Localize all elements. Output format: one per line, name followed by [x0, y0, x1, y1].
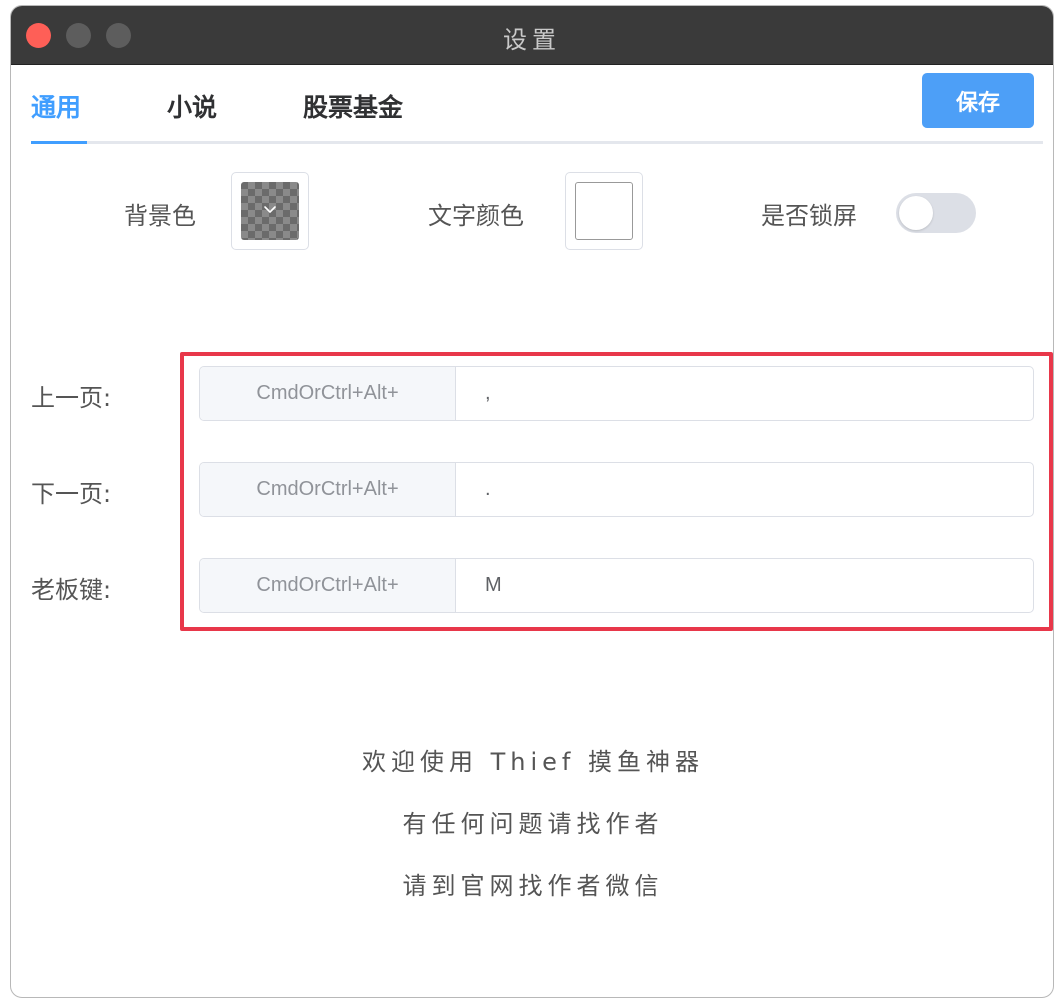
shortcut-modifier-prefix: CmdOrCtrl+Alt+ — [200, 367, 456, 420]
text-color-label: 文字颜色 — [428, 202, 524, 230]
shortcut-next-page-input[interactable] — [457, 463, 1033, 516]
tab-divider — [31, 141, 1043, 144]
toggle-knob — [899, 196, 933, 230]
title-bar: 设置 — [11, 6, 1053, 65]
shortcut-prev-page-input[interactable] — [457, 367, 1033, 420]
shortcut-modifier-prefix: CmdOrCtrl+Alt+ — [200, 559, 456, 612]
shortcut-prev-page: CmdOrCtrl+Alt+ — [199, 366, 1034, 421]
shortcut-next-page: CmdOrCtrl+Alt+ — [199, 462, 1034, 517]
tab-bar: 通用 小说 股票基金 — [31, 64, 1043, 144]
background-color-picker[interactable] — [231, 172, 309, 250]
settings-window: 设置 通用 小说 股票基金 保存 背景色 文字颜色 是否锁屏 上一页: CmdO… — [10, 5, 1054, 998]
window-title: 设置 — [503, 26, 561, 54]
text-color-swatch — [575, 182, 633, 240]
shortcut-boss-key: CmdOrCtrl+Alt+ — [199, 558, 1034, 613]
tab-active-indicator — [31, 141, 87, 144]
tab-general[interactable]: 通用 — [31, 88, 81, 124]
footer-contact-text: 有任何问题请找作者 — [402, 810, 664, 838]
tab-stocks-funds[interactable]: 股票基金 — [303, 88, 403, 124]
lock-screen-toggle[interactable] — [896, 193, 976, 233]
shortcut-modifier-prefix: CmdOrCtrl+Alt+ — [200, 463, 456, 516]
shortcut-label-next-page: 下一页: — [31, 480, 112, 508]
text-color-picker[interactable] — [565, 172, 643, 250]
background-color-label: 背景色 — [124, 202, 196, 230]
shortcut-label-prev-page: 上一页: — [31, 384, 112, 412]
background-color-swatch — [241, 182, 299, 240]
tab-novel[interactable]: 小说 — [167, 88, 217, 124]
footer-wechat-text: 请到官网找作者微信 — [402, 872, 664, 900]
chevron-down-icon — [264, 206, 276, 213]
footer-welcome-text: 欢迎使用 Thief 摸鱼神器 — [361, 748, 704, 776]
save-button[interactable]: 保存 — [922, 73, 1034, 128]
shortcut-label-boss-key: 老板键: — [31, 576, 112, 604]
shortcut-boss-key-input[interactable] — [457, 559, 1033, 612]
lock-screen-label: 是否锁屏 — [761, 202, 857, 230]
